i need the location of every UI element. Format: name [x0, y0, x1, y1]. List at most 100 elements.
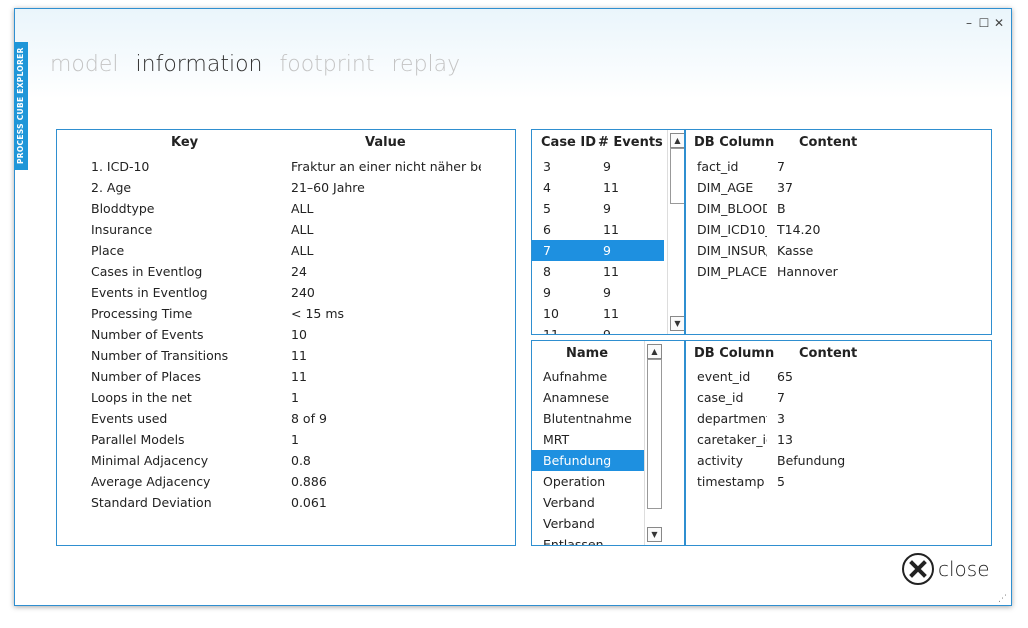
table-row: Average Adjacency 0.886 — [57, 471, 515, 492]
key-cell: Cases in Eventlog — [91, 264, 203, 279]
scroll-up-icon[interactable]: ▲ — [647, 344, 662, 359]
events-cell: 9 — [603, 201, 611, 216]
table-row: activity Befundung — [686, 450, 991, 471]
scroll-down-icon[interactable]: ▼ — [647, 527, 662, 542]
key-cell: Minimal Adjacency — [91, 453, 209, 468]
table-row: Number of Events 10 — [57, 324, 515, 345]
value-cell: 0.8 — [291, 453, 311, 468]
events-cell: 9 — [603, 327, 611, 335]
column-header-db-column: DB Column — [694, 346, 775, 361]
case-row[interactable]: 39 — [532, 156, 664, 177]
event-row[interactable]: Befundung — [532, 450, 644, 471]
content-cell: 13 — [777, 432, 793, 447]
case-id-cell: 6 — [543, 222, 551, 237]
events-cell: 9 — [603, 243, 611, 258]
case-row[interactable]: 10 11 — [532, 303, 664, 324]
case-id-cell: 10 — [543, 306, 559, 321]
content-cell: 3 — [777, 411, 785, 426]
tab-replay[interactable]: replay — [391, 52, 460, 77]
case-id-cell: 9 — [543, 285, 551, 300]
event-row[interactable]: Entlassen — [532, 534, 644, 545]
column-header-content: Content — [799, 135, 858, 150]
case-detail-table: DB Column Content fact_id 7 DIM_AGE 37 DIM_B… — [685, 129, 992, 335]
case-row[interactable]: 4 11 — [532, 177, 664, 198]
column-header-case-id: Case ID — [541, 135, 597, 150]
case-id-cell: 5 — [543, 201, 551, 216]
scroll-thumb[interactable] — [647, 359, 662, 509]
event-row[interactable]: Operation — [532, 471, 644, 492]
event-row[interactable]: Blutentnahme — [532, 408, 644, 429]
key-cell: Processing Time — [91, 306, 193, 321]
case-id-cell: 7 — [543, 243, 551, 258]
events-cell: 11 — [603, 180, 619, 195]
resize-grip-icon[interactable]: ⋰ — [998, 594, 1010, 604]
case-row[interactable]: 6 11 — [532, 219, 664, 240]
value-cell: 8 of 9 — [291, 411, 327, 426]
column-header-events: # Events — [598, 135, 663, 150]
case-row[interactable]: 79 — [532, 240, 664, 261]
table-row: Standard Deviation 0.061 — [57, 492, 515, 513]
scroll-up-icon[interactable]: ▲ — [670, 133, 684, 148]
db-column-cell: activity — [697, 453, 744, 468]
table-row: DIM_AGE 37 — [686, 177, 991, 198]
value-cell: 1 — [291, 432, 299, 447]
cases-scrollbar[interactable]: ▲ ▼ — [667, 130, 684, 334]
minimize-icon[interactable]: – — [962, 16, 976, 30]
name-cell: Anamnese — [543, 390, 610, 405]
window-close-icon[interactable]: ✕ — [992, 16, 1006, 30]
tab-model[interactable]: model — [50, 52, 119, 77]
value-cell: 10 — [291, 327, 307, 342]
content-cell: 65 — [777, 369, 793, 384]
tab-footprint[interactable]: footprint — [280, 52, 375, 77]
value-cell: Fraktur an einer nicht näher beze — [291, 159, 481, 174]
close-label: close — [938, 557, 990, 581]
value-cell: 0.886 — [291, 474, 327, 489]
db-column-cell: DIM_AGE — [697, 180, 754, 195]
table-row: case_id 7 — [686, 387, 991, 408]
key-cell: Place — [91, 243, 125, 258]
column-header-content: Content — [799, 346, 858, 361]
content-cell: Kasse — [777, 243, 814, 258]
content-cell: 37 — [777, 180, 793, 195]
events-scrollbar[interactable]: ▲ ▼ — [644, 341, 662, 545]
case-id-cell: 11 — [543, 327, 559, 335]
db-column-cell: DIM_INSUR/ — [697, 243, 767, 258]
case-row[interactable]: 8 11 — [532, 261, 664, 282]
table-row: fact_id 7 — [686, 156, 991, 177]
key-cell: Events used — [91, 411, 168, 426]
table-row: Number of Places 11 — [57, 366, 515, 387]
table-row: Insurance ALL — [57, 219, 515, 240]
value-cell: 11 — [291, 348, 307, 363]
event-row[interactable]: MRT — [532, 429, 644, 450]
event-row[interactable]: Aufnahme — [532, 366, 644, 387]
table-row: DIM_ICD10_ T14.20 — [686, 219, 991, 240]
case-id-cell: 8 — [543, 264, 551, 279]
scroll-down-icon[interactable]: ▼ — [670, 316, 684, 331]
case-row[interactable]: 99 — [532, 282, 664, 303]
db-column-cell: fact_id — [697, 159, 739, 174]
name-cell: Verband — [543, 495, 595, 510]
table-row: Parallel Models 1 — [57, 429, 515, 450]
event-row[interactable]: Verband — [532, 513, 644, 534]
value-cell: ALL — [291, 243, 314, 258]
tab-information[interactable]: information — [136, 52, 263, 77]
maximize-icon[interactable]: ☐ — [977, 16, 991, 30]
event-row[interactable]: Anamnese — [532, 387, 644, 408]
key-cell: Loops in the net — [91, 390, 192, 405]
key-cell: Number of Transitions — [91, 348, 229, 363]
table-row: Loops in the net 1 — [57, 387, 515, 408]
case-row[interactable]: 11 9 — [532, 324, 664, 335]
table-row: Processing Time < 15 ms — [57, 303, 515, 324]
info-table: Key Value 1. ICD-10 Fraktur an einer nich… — [56, 129, 516, 546]
close-button[interactable]: close — [902, 553, 1002, 587]
close-icon — [902, 553, 934, 585]
event-row[interactable]: Verband — [532, 492, 644, 513]
table-row: Cases in Eventlog 24 — [57, 261, 515, 282]
table-row: event_id 65 — [686, 366, 991, 387]
case-row[interactable]: 59 — [532, 198, 664, 219]
key-cell: Number of Places — [91, 369, 201, 384]
table-row: caretaker_ic 13 — [686, 429, 991, 450]
scroll-thumb[interactable] — [670, 148, 684, 204]
db-column-cell: case_id — [697, 390, 744, 405]
value-cell: 11 — [291, 369, 307, 384]
